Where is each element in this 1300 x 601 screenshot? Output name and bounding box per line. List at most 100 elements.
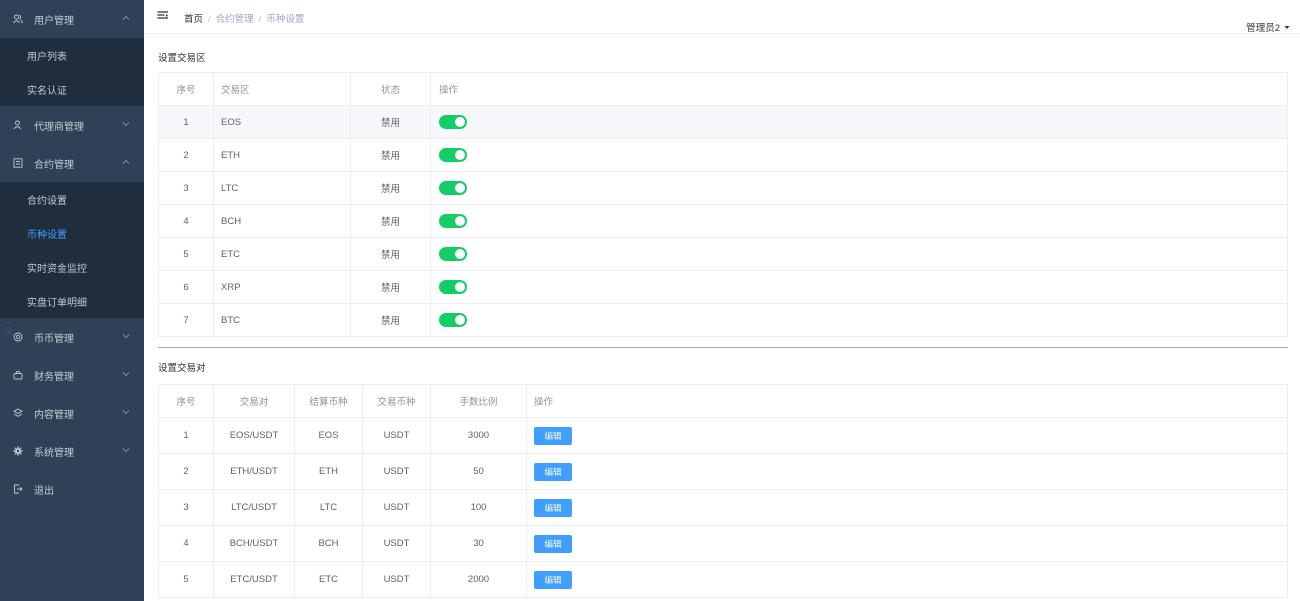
lot-ratio: 3000 — [430, 417, 527, 454]
row-index: 2 — [158, 453, 214, 490]
column-header: 手数比例 — [430, 384, 527, 418]
table-row: 4 BCH/USDT BCH USDT 30 编辑 — [158, 525, 1288, 562]
chevron-up-icon — [122, 15, 130, 20]
enable-switch[interactable] — [439, 280, 467, 294]
trading-currency: USDT — [362, 561, 431, 598]
submenu-user-management: 用户列表 实名认证 — [0, 38, 144, 106]
table-row: 2 ETH 禁用 — [158, 138, 1288, 172]
row-index: 1 — [158, 105, 214, 139]
menu-label: 用户管理 — [34, 15, 74, 27]
settlement-currency: EOS — [294, 417, 363, 454]
user-name: 管理员2 — [1246, 23, 1280, 34]
zone-status: 禁用 — [350, 237, 431, 271]
users-icon — [13, 14, 23, 24]
table-row: 2 ETH/USDT ETH USDT 50 编辑 — [158, 453, 1288, 490]
row-index: 2 — [158, 138, 214, 172]
menu-coin-management[interactable]: 币币管理 — [0, 318, 144, 356]
column-header: 交易区 — [213, 72, 351, 106]
trading-pair: ETH/USDT — [213, 453, 295, 490]
menu-finance-management[interactable]: 财务管理 — [0, 356, 144, 394]
sidebar-item-verification[interactable]: 实名认证 — [0, 72, 144, 106]
user-dropdown[interactable]: 管理员2 — [1246, 20, 1290, 34]
row-index: 5 — [158, 237, 214, 271]
row-index: 3 — [158, 489, 214, 526]
zone-status: 禁用 — [350, 303, 431, 337]
enable-switch[interactable] — [439, 115, 467, 129]
zones-table-body: 1 EOS 禁用 2 ETH 禁用 3 LTC 禁用 4 BCH 禁用 5 ETC 禁用 6 XRP 禁用 7 BTC… — [158, 105, 1288, 337]
sidebar-item-fund-monitor[interactable]: 实时资金监控 — [0, 250, 144, 284]
sidebar-item-order-details[interactable]: 实盘订单明细 — [0, 284, 144, 318]
sidebar-item-contract-settings[interactable]: 合约设置 — [0, 182, 144, 216]
main-content: 首页 / 合约管理 / 币种设置 管理员2 设置交易区 序号 交易区 状态 操作 1 EO… — [144, 0, 1300, 601]
table-row: 7 BTC 禁用 — [158, 303, 1288, 337]
enable-switch[interactable] — [439, 148, 467, 162]
edit-button[interactable]: 编辑 — [534, 462, 572, 481]
operation-cell: 编辑 — [526, 453, 1288, 490]
row-index: 4 — [158, 525, 214, 562]
operation-cell — [430, 105, 1288, 139]
trading-pair: EOS/USDT — [213, 417, 295, 454]
sidebar-item-user-list[interactable]: 用户列表 — [0, 38, 144, 72]
zones-section-title: 设置交易区 — [158, 53, 206, 64]
pairs-table: 序号 交易对 结算币种 交易币种 手数比例 操作 1 EOS/USDT EOS USD… — [158, 384, 1288, 598]
pairs-table-body: 1 EOS/USDT EOS USDT 3000 编辑 2 ETH/USDT ETH USDT 50… — [158, 417, 1288, 598]
menu-label: 退出 — [34, 485, 54, 497]
pairs-section-title: 设置交易对 — [158, 363, 206, 374]
lot-ratio: 50 — [430, 453, 527, 490]
enable-switch[interactable] — [439, 247, 467, 261]
operation-cell — [430, 237, 1288, 271]
chevron-up-icon — [122, 159, 130, 164]
lot-ratio: 100 — [430, 489, 527, 526]
section-divider — [158, 347, 1288, 348]
row-index: 1 — [158, 417, 214, 454]
enable-switch[interactable] — [439, 214, 467, 228]
operation-cell: 编辑 — [526, 525, 1288, 562]
column-header: 操作 — [430, 72, 1288, 106]
app-root: 用户管理 用户列表 实名认证 代理商管理 合约管理 合约设置 币种设置 实时资金… — [0, 0, 1300, 601]
menu-label: 内容管理 — [34, 409, 74, 421]
coin-icon — [13, 332, 23, 342]
zone-name: ETC — [213, 237, 351, 271]
breadcrumb-home[interactable]: 首页 — [184, 14, 203, 25]
zone-status: 禁用 — [350, 270, 431, 304]
column-header: 操作 — [526, 384, 1288, 418]
menu-logout[interactable]: 退出 — [0, 470, 144, 508]
breadcrumb-contract[interactable]: 合约管理 — [216, 14, 254, 25]
menu-label: 代理商管理 — [34, 121, 84, 133]
operation-cell — [430, 303, 1288, 337]
menu-user-management[interactable]: 用户管理 — [0, 0, 144, 38]
zone-status: 禁用 — [350, 138, 431, 172]
edit-button[interactable]: 编辑 — [534, 570, 572, 589]
trading-pair: BCH/USDT — [213, 525, 295, 562]
menu-contract-management[interactable]: 合约管理 — [0, 144, 144, 182]
edit-button[interactable]: 编辑 — [534, 498, 572, 517]
edit-button[interactable]: 编辑 — [534, 426, 572, 445]
settlement-currency: LTC — [294, 489, 363, 526]
enable-switch[interactable] — [439, 181, 467, 195]
menu-content-management[interactable]: 内容管理 — [0, 394, 144, 432]
zone-name: BCH — [213, 204, 351, 238]
menu-system-management[interactable]: 系统管理 — [0, 432, 144, 470]
trading-pair: LTC/USDT — [213, 489, 295, 526]
operation-cell — [430, 138, 1288, 172]
menu-agent-management[interactable]: 代理商管理 — [0, 106, 144, 144]
submenu-contract-management: 合约设置 币种设置 实时资金监控 实盘订单明细 — [0, 182, 144, 318]
sidebar-item-coin-settings[interactable]: 币种设置 — [0, 216, 144, 250]
menu-label: 合约管理 — [34, 159, 74, 171]
hamburger-icon[interactable] — [157, 10, 169, 22]
enable-switch[interactable] — [439, 313, 467, 327]
column-header: 序号 — [158, 384, 214, 418]
table-row: 5 ETC/USDT ETC USDT 2000 编辑 — [158, 561, 1288, 598]
trading-pair: ETC/USDT — [213, 561, 295, 598]
table-row: 6 XRP 禁用 — [158, 270, 1288, 304]
row-index: 4 — [158, 204, 214, 238]
table-row: 3 LTC/USDT LTC USDT 100 编辑 — [158, 489, 1288, 526]
operation-cell: 编辑 — [526, 417, 1288, 454]
edit-button[interactable]: 编辑 — [534, 534, 572, 553]
table-header-row: 序号 交易区 状态 操作 — [158, 72, 1288, 106]
chevron-down-icon — [122, 122, 130, 127]
trading-currency: USDT — [362, 417, 431, 454]
zones-table: 序号 交易区 状态 操作 1 EOS 禁用 2 ETH 禁用 3 LTC 禁用 4 BCH 禁用 5 ET… — [158, 72, 1288, 337]
operation-cell: 编辑 — [526, 489, 1288, 526]
row-index: 6 — [158, 270, 214, 304]
